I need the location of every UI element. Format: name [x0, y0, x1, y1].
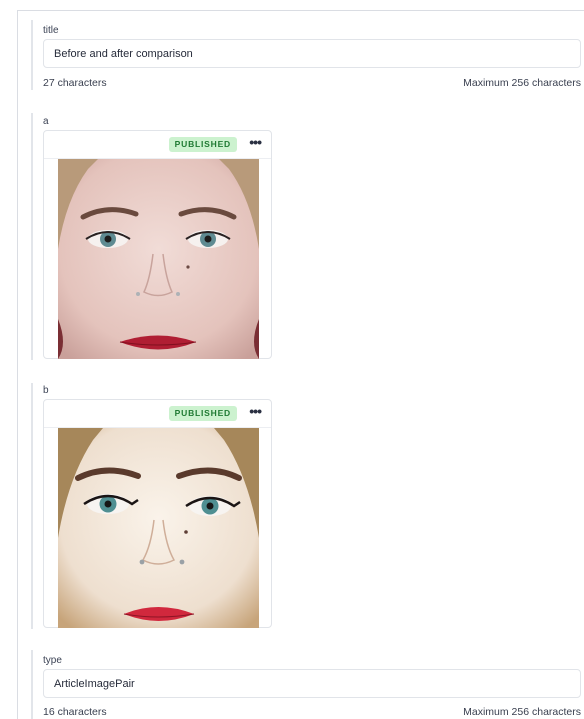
status-badge: PUBLISHED — [168, 137, 237, 152]
more-options-icon[interactable]: ••• — [249, 134, 262, 150]
section-bar — [31, 650, 33, 719]
status-badge: PUBLISHED — [168, 406, 237, 421]
image-a-label: a — [43, 116, 49, 127]
card-header: PUBLISHED ••• — [44, 400, 271, 428]
more-options-icon[interactable]: ••• — [249, 403, 262, 419]
title-value[interactable]: Before and after comparison — [54, 48, 193, 60]
section-bar — [31, 20, 33, 90]
image-b-card[interactable]: PUBLISHED ••• — [43, 399, 272, 628]
card-header: PUBLISHED ••• — [44, 131, 271, 159]
image-b-section: b PUBLISHED ••• — [31, 383, 584, 629]
portrait-image-a — [58, 159, 259, 359]
type-section: type ArticleImagePair 16 characters Maxi… — [31, 650, 584, 719]
title-input[interactable]: Before and after comparison — [43, 39, 581, 68]
outer-divider — [17, 10, 18, 719]
type-input[interactable]: ArticleImagePair — [43, 669, 581, 698]
title-char-max: Maximum 256 characters — [463, 77, 581, 89]
face-image — [58, 428, 259, 628]
image-a-card[interactable]: PUBLISHED ••• — [43, 130, 272, 359]
title-section: title Before and after comparison 27 cha… — [31, 20, 584, 90]
section-bar — [31, 113, 33, 360]
section-bar — [31, 383, 33, 629]
portrait-image-b — [58, 428, 259, 628]
type-value[interactable]: ArticleImagePair — [54, 678, 135, 690]
image-a-section: a PUBLISHED ••• — [31, 113, 584, 360]
image-b-label: b — [43, 385, 49, 396]
title-label: title — [43, 25, 59, 36]
title-char-count: 27 characters — [43, 77, 107, 89]
type-label: type — [43, 655, 62, 666]
type-char-max: Maximum 256 characters — [463, 706, 581, 718]
face-image — [58, 159, 259, 359]
top-divider — [17, 10, 584, 11]
type-char-count: 16 characters — [43, 706, 107, 718]
